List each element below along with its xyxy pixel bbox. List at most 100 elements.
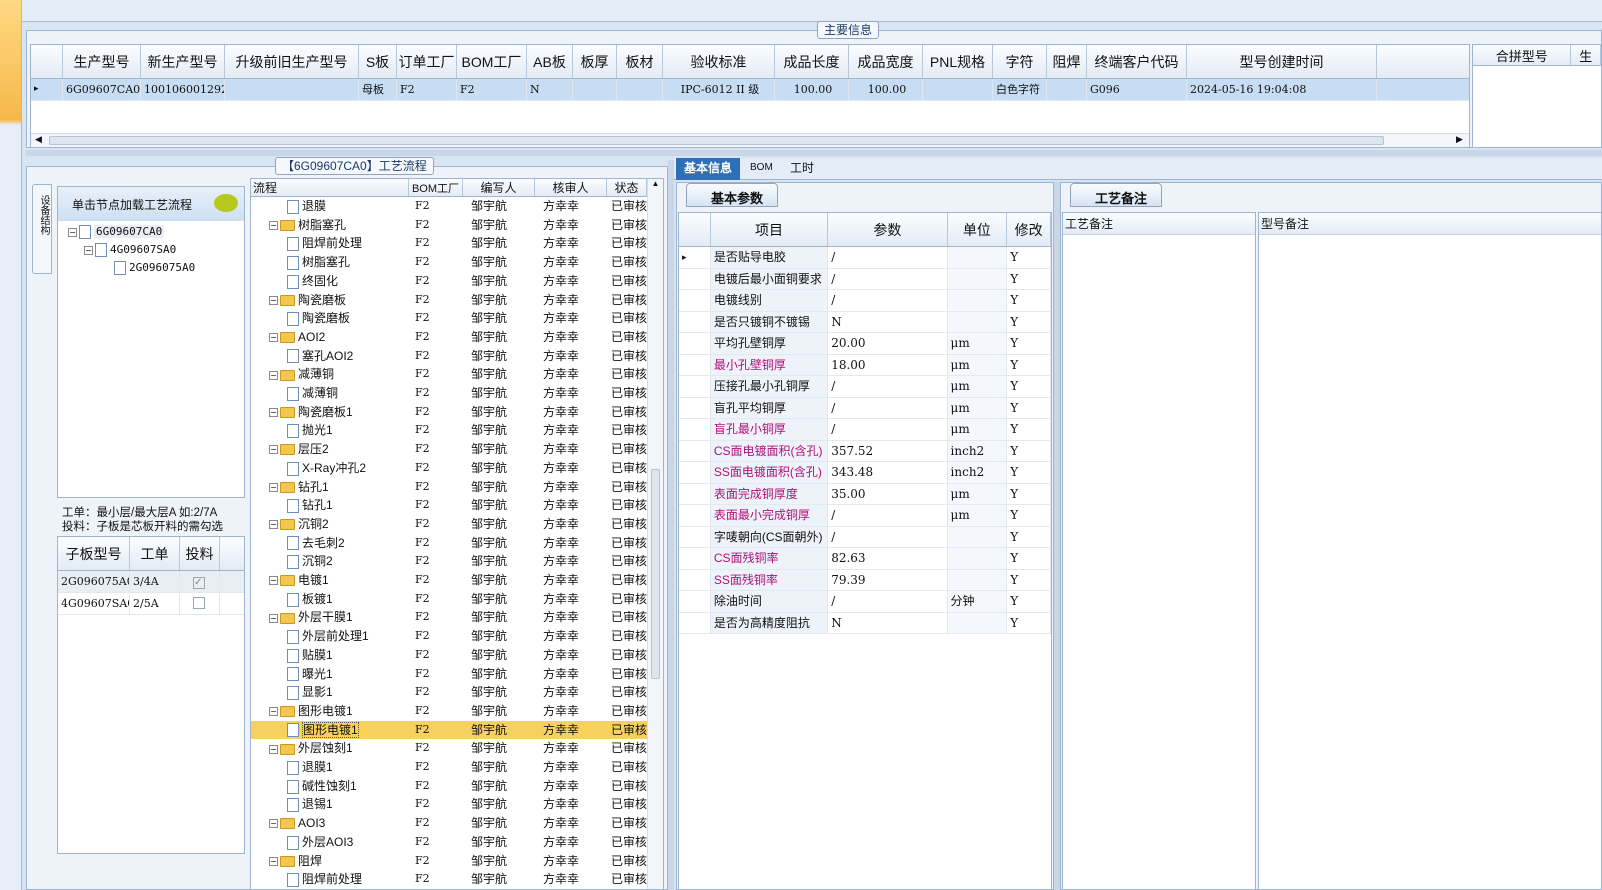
process-row[interactable]: 陶瓷磨板 F2 邹宇航 方幸幸 已审核 — [251, 309, 647, 328]
process-row[interactable]: 去毛刺2 F2 邹宇航 方幸幸 已审核 — [251, 534, 647, 553]
collapse-icon[interactable]: − — [269, 520, 278, 530]
process-row[interactable]: 阻焊前处理 F2 邹宇航 方幸幸 已审核 — [251, 234, 647, 253]
param-value[interactable]: 18.00 — [828, 354, 948, 375]
col-header[interactable]: S板 — [359, 45, 397, 78]
collapse-icon[interactable]: − — [269, 613, 278, 623]
model-remark-area[interactable]: 型号备注 — [1258, 212, 1602, 890]
process-row[interactable]: − 外层蚀刻1 F2 邹宇航 方幸幸 已审核 — [251, 739, 647, 758]
collapse-icon[interactable]: − — [269, 295, 278, 305]
process-row[interactable]: − 钻孔1 F2 邹宇航 方幸幸 已审核 — [251, 478, 647, 497]
collapse-icon[interactable]: − — [68, 227, 77, 237]
col-bom-factory[interactable]: BOM工厂 — [409, 179, 463, 196]
process-row[interactable]: − 树脂塞孔 F2 邹宇航 方幸幸 已审核 — [251, 216, 647, 235]
param-row[interactable]: SS面电镀面积(含孔) 343.48 inch2 Y — [679, 462, 1051, 484]
process-row[interactable]: − 减薄铜 F2 邹宇航 方幸幸 已审核 — [251, 365, 647, 384]
process-row[interactable]: − 图形电镀1 F2 邹宇航 方幸幸 已审核 — [251, 702, 647, 721]
col-header[interactable]: 成品长度 — [775, 45, 849, 78]
param-value[interactable]: / — [828, 397, 948, 418]
col-item[interactable]: 项目 — [711, 213, 829, 246]
horizontal-splitter[interactable] — [26, 150, 1602, 156]
param-value[interactable]: 20.00 — [828, 333, 948, 354]
process-row[interactable]: 退膜1 F2 邹宇航 方幸幸 已审核 — [251, 758, 647, 777]
process-row[interactable]: 退锡1 F2 邹宇航 方幸幸 已审核 — [251, 795, 647, 814]
scroll-thumb[interactable] — [49, 136, 1384, 145]
param-value[interactable]: / — [828, 247, 948, 268]
process-row[interactable]: 抛光1 F2 邹宇航 方幸幸 已审核 — [251, 421, 647, 440]
param-row[interactable]: 盲孔平均铜厚 / μm Y — [679, 397, 1051, 419]
table-row[interactable]: 2G096075A0 3/4A ✓ — [58, 571, 244, 593]
process-row[interactable]: 阻焊前处理 F2 邹宇航 方幸幸 已审核 — [251, 870, 647, 889]
col-sub-feed[interactable]: 投料 — [180, 537, 220, 570]
param-row[interactable]: SS面残铜率 79.39 Y — [679, 569, 1051, 591]
param-value[interactable]: 357.52 — [828, 440, 948, 461]
process-row[interactable]: 显影1 F2 邹宇航 方幸幸 已审核 — [251, 683, 647, 702]
col-header[interactable]: 型号创建时间 — [1187, 45, 1377, 78]
process-row[interactable]: 塞孔AOI2 F2 邹宇航 方幸幸 已审核 — [251, 347, 647, 366]
process-row[interactable]: − 陶瓷磨板 F2 邹宇航 方幸幸 已审核 — [251, 291, 647, 310]
collapse-icon[interactable]: − — [269, 221, 278, 231]
param-row[interactable]: 表面完成铜厚度 35.00 μm Y — [679, 483, 1051, 505]
process-row[interactable]: − 阻焊 F2 邹宇航 方幸幸 已审核 — [251, 852, 647, 871]
collapse-icon[interactable]: − — [269, 370, 278, 380]
param-value[interactable]: / — [828, 290, 948, 311]
process-row[interactable]: 减薄铜 F2 邹宇航 方幸幸 已审核 — [251, 384, 647, 403]
col-header[interactable]: 成品宽度 — [849, 45, 923, 78]
process-row[interactable]: − AOI2 F2 邹宇航 方幸幸 已审核 — [251, 328, 647, 347]
collapse-icon[interactable]: − — [269, 707, 278, 717]
param-value[interactable]: / — [828, 419, 948, 440]
col-side-extra[interactable]: 生 — [1571, 45, 1601, 65]
col-modify[interactable]: 修改 — [1007, 213, 1051, 246]
param-value[interactable]: 35.00 — [828, 483, 948, 504]
param-row[interactable]: CS面电镀面积(含孔) 357.52 inch2 Y — [679, 440, 1051, 462]
process-row[interactable]: − 层压2 F2 邹宇航 方幸幸 已审核 — [251, 440, 647, 459]
col-header[interactable]: 阻焊 — [1047, 45, 1087, 78]
col-header[interactable]: 板厚 — [573, 45, 617, 78]
col-header[interactable]: 板材 — [617, 45, 663, 78]
col-header[interactable]: PNL规格 — [923, 45, 993, 78]
param-value[interactable]: / — [828, 526, 948, 547]
collapse-icon[interactable]: − — [269, 819, 278, 829]
tree-node-child[interactable]: −4G09607SA0 — [84, 243, 176, 257]
collapse-icon[interactable]: − — [269, 408, 278, 418]
col-header[interactable]: 新生产型号 — [141, 45, 225, 78]
scroll-left-arrow[interactable]: ◀ — [35, 134, 42, 145]
scroll-up-arrow[interactable]: ▲ — [648, 179, 663, 188]
collapse-icon[interactable]: − — [269, 856, 278, 866]
col-combined-model[interactable]: 合拼型号 — [1473, 45, 1572, 65]
tree-node-root[interactable]: −6G09607CA0 — [68, 225, 165, 239]
collapse-icon[interactable]: − — [269, 482, 278, 492]
vertical-scrollbar[interactable]: ▲ — [647, 179, 663, 889]
process-row[interactable]: 板镀1 F2 邹宇航 方幸幸 已审核 — [251, 590, 647, 609]
param-row[interactable]: CS面残铜率 82.63 Y — [679, 548, 1051, 570]
collapse-icon[interactable]: − — [84, 245, 93, 255]
col-unit[interactable]: 单位 — [948, 213, 1008, 246]
process-row[interactable]: 曝光1 F2 邹宇航 方幸幸 已审核 — [251, 665, 647, 684]
process-row[interactable]: 钻孔1 F2 邹宇航 方幸幸 已审核 — [251, 496, 647, 515]
tree-node-grandchild[interactable]: 2G096075A0 — [114, 261, 195, 275]
collapse-icon[interactable]: − — [269, 576, 278, 586]
param-row[interactable]: 表面最小完成铜厚 / μm Y — [679, 505, 1051, 527]
param-row[interactable]: ▸ 是否贴导电胶 / Y — [679, 247, 1051, 269]
col-flow[interactable]: 流程 — [251, 179, 409, 196]
param-value[interactable]: / — [828, 505, 948, 526]
param-row[interactable]: 除油时间 / 分钟 Y — [679, 591, 1051, 613]
param-value[interactable]: N — [828, 311, 948, 332]
process-row[interactable]: 外层AOI3 F2 邹宇航 方幸幸 已审核 — [251, 833, 647, 852]
param-value[interactable]: N — [828, 612, 948, 633]
feed-checkbox[interactable] — [193, 597, 205, 609]
tab-basic-info[interactable]: 基本信息 — [676, 158, 741, 180]
process-row[interactable]: 碱性蚀刻1 F2 邹宇航 方幸幸 已审核 — [251, 777, 647, 796]
param-value[interactable]: 82.63 — [828, 548, 948, 569]
col-header[interactable]: 生产型号 — [63, 45, 141, 78]
col-header[interactable]: 升级前旧生产型号 — [225, 45, 359, 78]
collapse-icon[interactable]: − — [269, 744, 278, 754]
col-sub-model[interactable]: 子板型号 — [58, 537, 130, 570]
col-sub-order[interactable]: 工单 — [130, 537, 180, 570]
process-row[interactable]: 贴膜1 F2 邹宇航 方幸幸 已审核 — [251, 646, 647, 665]
scroll-thumb[interactable] — [651, 469, 660, 679]
col-status[interactable]: 状态 — [607, 179, 647, 196]
process-row[interactable]: 外层前处理1 F2 邹宇航 方幸幸 已审核 — [251, 627, 647, 646]
param-value[interactable]: / — [828, 376, 948, 397]
process-row[interactable]: − 外层干膜1 F2 邹宇航 方幸幸 已审核 — [251, 608, 647, 627]
process-row[interactable]: − 陶瓷磨板1 F2 邹宇航 方幸幸 已审核 — [251, 403, 647, 422]
